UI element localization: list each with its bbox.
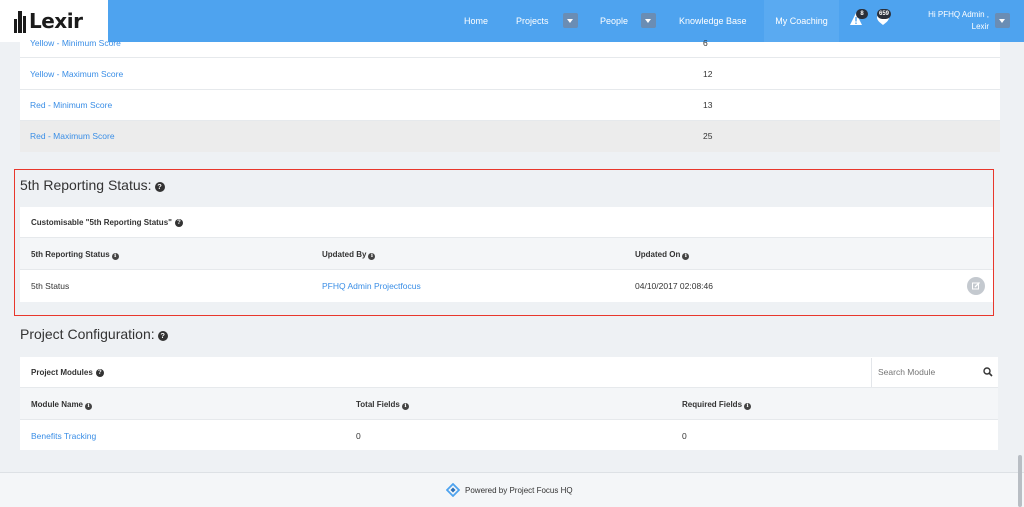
project-configuration-title: Project Configuration:? [20,326,168,342]
column-header: Required Fields i [682,400,752,410]
nav-projects[interactable]: Projects [516,0,549,42]
table-row: Yellow - Maximum Score 12 [20,59,1000,90]
project-focus-logo-icon [446,483,460,497]
help-icon[interactable]: ? [157,331,168,341]
score-label[interactable]: Yellow - Minimum Score [30,38,121,48]
table-row: Red - Minimum Score 13 [20,90,1000,121]
score-value: 13 [703,100,713,110]
table-row: Benefits Tracking 0 0 [20,420,998,450]
projects-dropdown-caret[interactable] [563,13,578,28]
footer: Powered by Project Focus HQ [0,472,1024,507]
highlight-box [14,169,994,316]
search-module-input[interactable] [878,365,973,379]
app-logo[interactable]: Lexir [0,0,108,42]
page-scrollbar[interactable] [1018,455,1022,507]
alerts-badge: 8 [856,9,868,19]
table-header-row: Module Name i Total Fields i Required Fiel… [20,388,998,420]
score-label[interactable]: Red - Minimum Score [30,100,112,110]
user-greeting[interactable]: Hi PFHQ Admin , Lexir [905,9,989,33]
module-name-link[interactable]: Benefits Tracking [31,431,96,441]
required-fields: 0 [682,431,687,441]
info-icon: i [744,403,752,410]
score-value: 25 [703,131,713,141]
score-label[interactable]: Red - Maximum Score [30,131,115,141]
score-thresholds-table: Yellow - Minimum Score 6 Yellow - Maximu… [20,38,1000,152]
search-icon[interactable] [983,367,993,377]
help-icon[interactable]: ? [95,369,104,377]
info-icon: i [85,403,93,410]
nav-home[interactable]: Home [464,0,488,42]
user-menu-caret[interactable] [995,13,1010,28]
score-value: 6 [703,38,708,48]
panel-title: Project Modules? [31,368,104,377]
nav-my-coaching[interactable]: My Coaching [764,0,839,42]
info-icon: i [401,403,409,410]
table-row: Red - Maximum Score 25 [20,121,1000,152]
column-header: Total Fields i [356,400,409,410]
column-header: Module Name i [31,400,93,410]
nav-knowledge-base[interactable]: Knowledge Base [679,0,747,42]
footer-text: Powered by Project Focus HQ [465,486,573,495]
score-label[interactable]: Yellow - Maximum Score [30,69,123,79]
search-module-box [871,358,998,387]
total-fields: 0 [356,431,361,441]
building-logo-icon [14,9,27,33]
notifications-badge: 659 [877,9,892,19]
table-row: Yellow - Minimum Score 6 [20,38,1000,58]
top-navbar: Lexir Home Projects People Knowledge Bas… [0,0,1024,42]
panel-header: Project Modules? [20,357,998,388]
nav-people[interactable]: People [600,0,628,42]
people-dropdown-caret[interactable] [641,13,656,28]
logo-text: Lexir [29,9,83,33]
project-modules-panel: Project Modules? Module Name i Total Fiel… [20,357,998,450]
score-value: 12 [703,69,713,79]
